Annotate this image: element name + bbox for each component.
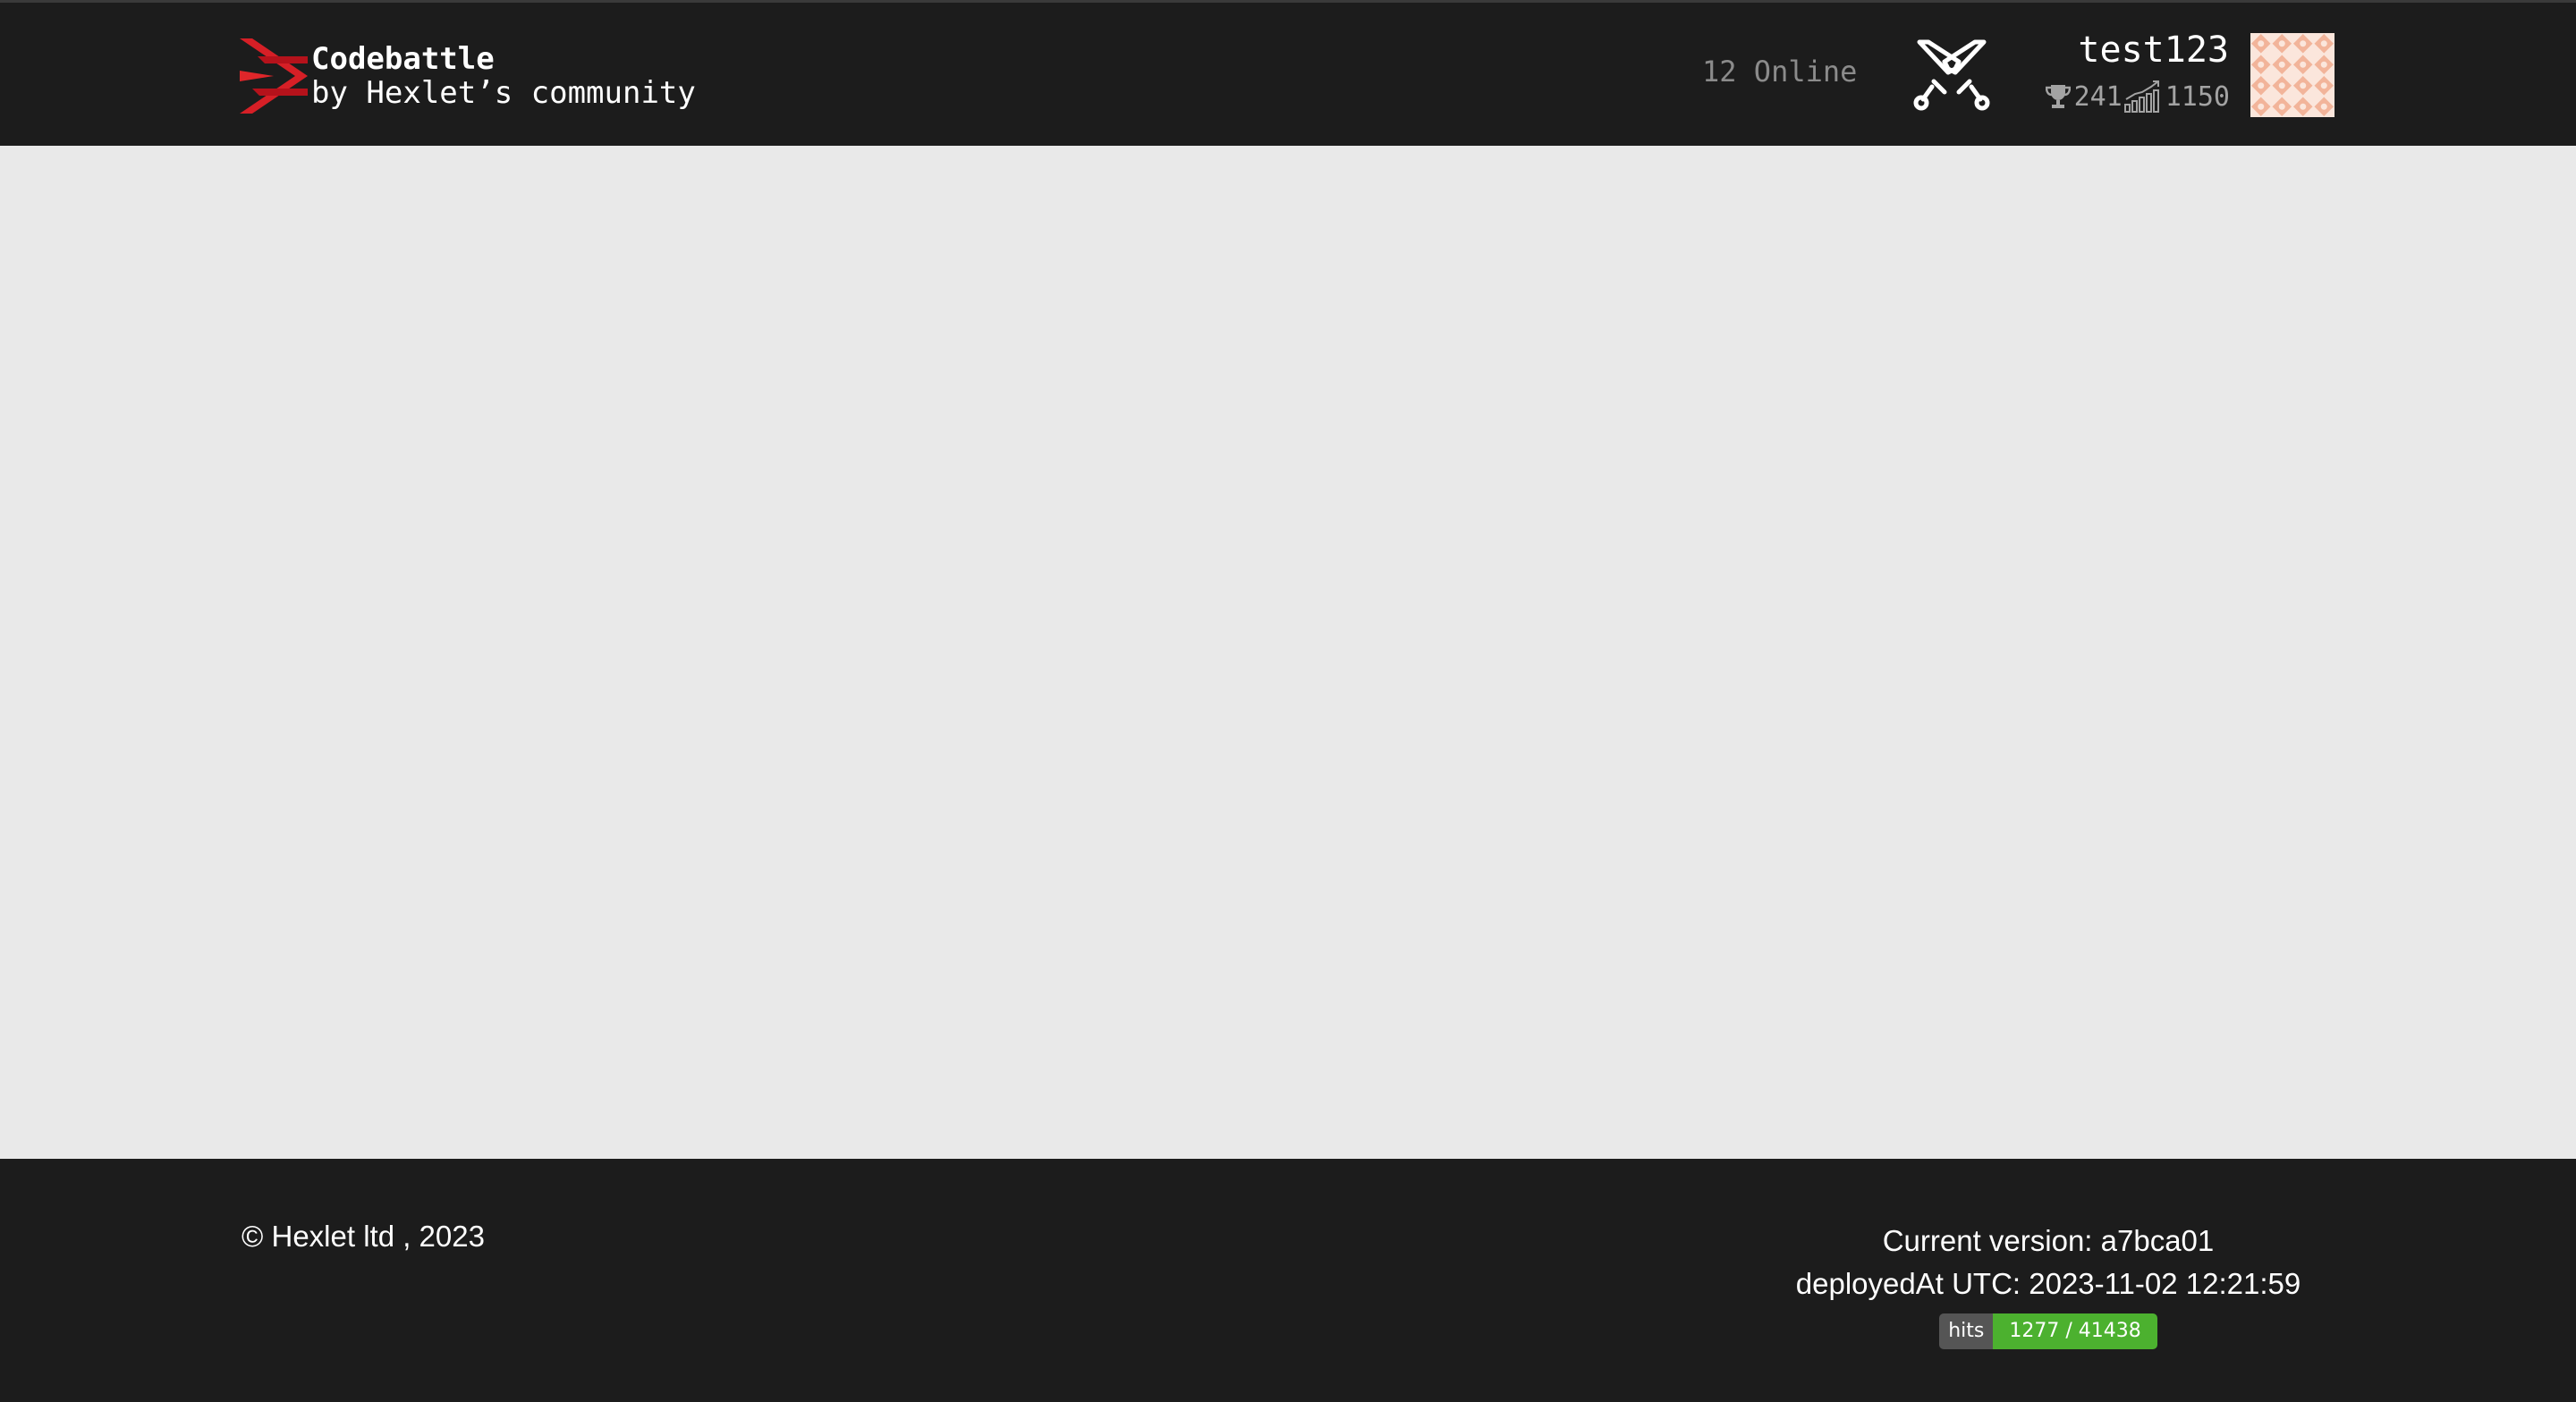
trophy-icon xyxy=(2045,85,2071,108)
rank-value: 241 xyxy=(2073,80,2123,113)
deployed-at: deployedAt UTC: 2023-11-02 12:21:59 xyxy=(1795,1267,2301,1300)
username[interactable]: test123 xyxy=(2078,30,2229,71)
hits-value: 1277 / 41438 xyxy=(1993,1313,2157,1349)
footer: © Hexlet ltd , 2023 Current version: a7b… xyxy=(0,1159,2576,1402)
version-info: Current version: a7bca01 deployedAt UTC:… xyxy=(1762,1220,2334,1349)
rating-chart-icon xyxy=(2123,80,2159,113)
brand-title: Codebattle xyxy=(311,41,495,77)
brand-text: Codebattle by Hexlet’s community xyxy=(311,42,696,110)
brand-home-link[interactable]: Codebattle by Hexlet’s community xyxy=(240,38,696,114)
copyright-text: © Hexlet ltd , 2023 xyxy=(242,1220,485,1253)
crossed-swords-icon[interactable] xyxy=(1912,37,1991,115)
current-version: Current version: a7bca01 xyxy=(1882,1224,2215,1257)
hits-label: hits xyxy=(1939,1313,1994,1349)
user-stats: 241 1150 xyxy=(2045,80,2230,114)
brand-subtitle: by Hexlet’s community xyxy=(311,75,696,111)
main-content xyxy=(0,146,2576,1159)
hits-badge[interactable]: hits 1277 / 41438 xyxy=(1939,1313,2157,1349)
user-avatar[interactable] xyxy=(2250,33,2334,117)
rating-value: 1150 xyxy=(2165,80,2230,113)
online-count: 12 Online xyxy=(1702,55,1858,89)
codebattle-logo-icon xyxy=(240,38,308,114)
top-navbar: Codebattle by Hexlet’s community 12 Onli… xyxy=(0,0,2576,146)
